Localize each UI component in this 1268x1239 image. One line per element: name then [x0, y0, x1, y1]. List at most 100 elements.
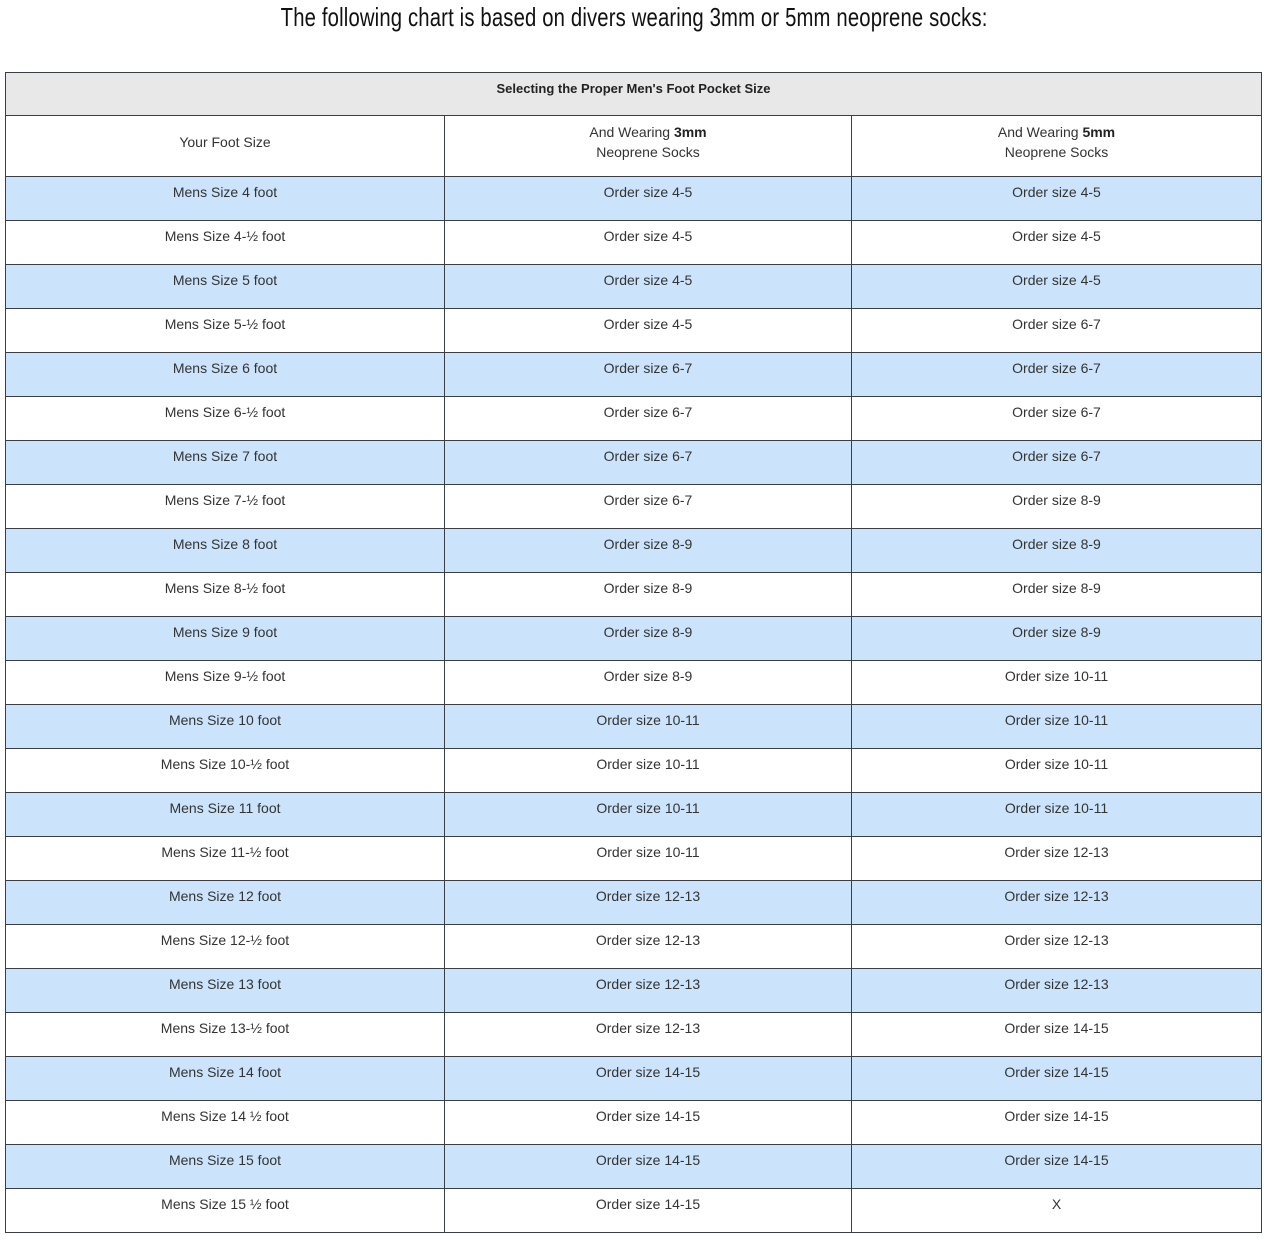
size-3mm-cell: Order size 12-13 — [444, 1012, 852, 1057]
size-5mm-cell: Order size 4-5 — [851, 176, 1262, 221]
size-5mm-cell: Order size 4-5 — [851, 264, 1262, 309]
foot-size-cell: Mens Size 5-½ foot — [5, 308, 445, 353]
foot-size-cell: Mens Size 10-½ foot — [5, 748, 445, 793]
foot-size-cell: Mens Size 9 foot — [5, 616, 445, 661]
foot-size-cell: Mens Size 8 foot — [5, 528, 445, 573]
table-caption: Selecting the Proper Men's Foot Pocket S… — [5, 72, 1262, 116]
size-3mm-cell: Order size 6-7 — [444, 396, 852, 441]
foot-size-cell: Mens Size 10 foot — [5, 704, 445, 749]
table-body: Mens Size 4 foot Order size 4-5 Order size… — [5, 176, 1262, 1233]
foot-size-cell: Mens Size 5 foot — [5, 264, 445, 309]
size-3mm-cell: Order size 14-15 — [444, 1100, 852, 1145]
table-row: Mens Size 15 ½ foot Order size 14-15 X — [5, 1188, 1262, 1233]
foot-size-cell: Mens Size 6-½ foot — [5, 396, 445, 441]
size-5mm-cell: Order size 14-15 — [851, 1012, 1262, 1057]
table-row: Mens Size 14 ½ foot Order size 14-15 Order… — [5, 1100, 1262, 1145]
foot-size-cell: Mens Size 11 foot — [5, 792, 445, 837]
table-row: Mens Size 14 foot Order size 14-15 Order s… — [5, 1056, 1262, 1101]
size-3mm-cell: Order size 4-5 — [444, 264, 852, 309]
table-row: Mens Size 10 foot Order size 10-11 Order s… — [5, 704, 1262, 749]
size-5mm-cell: Order size 12-13 — [851, 924, 1262, 969]
size-3mm-cell: Order size 12-13 — [444, 968, 852, 1013]
table-row: Mens Size 11-½ foot Order size 10-11 Order… — [5, 836, 1262, 881]
foot-size-cell: Mens Size 11-½ foot — [5, 836, 445, 881]
size-3mm-cell: Order size 10-11 — [444, 748, 852, 793]
size-5mm-cell: Order size 8-9 — [851, 572, 1262, 617]
header-foot-size: Your Foot Size — [5, 115, 445, 177]
size-3mm-cell: Order size 8-9 — [444, 660, 852, 705]
foot-size-cell: Mens Size 6 foot — [5, 352, 445, 397]
size-3mm-cell: Order size 4-5 — [444, 220, 852, 265]
size-5mm-cell: Order size 12-13 — [851, 880, 1262, 925]
table-row: Mens Size 8 foot Order size 8-9 Order size… — [5, 528, 1262, 573]
size-3mm-cell: Order size 10-11 — [444, 704, 852, 749]
table-row: Mens Size 9 foot Order size 8-9 Order size… — [5, 616, 1262, 661]
foot-size-cell: Mens Size 14 ½ foot — [5, 1100, 445, 1145]
table-row: Mens Size 12-½ foot Order size 12-13 Order… — [5, 924, 1262, 969]
table-row: Mens Size 9-½ foot Order size 8-9 Order si… — [5, 660, 1262, 705]
size-5mm-cell: Order size 8-9 — [851, 616, 1262, 661]
table-row: Mens Size 7-½ foot Order size 6-7 Order si… — [5, 484, 1262, 529]
size-5mm-cell: Order size 10-11 — [851, 704, 1262, 749]
table-row: Mens Size 6-½ foot Order size 6-7 Order si… — [5, 396, 1262, 441]
foot-size-cell: Mens Size 7-½ foot — [5, 484, 445, 529]
header-3mm: And Wearing 3mm Neoprene Socks — [444, 115, 852, 177]
size-5mm-cell: Order size 10-11 — [851, 748, 1262, 793]
header-5mm: And Wearing 5mm Neoprene Socks — [851, 115, 1262, 177]
table-row: Mens Size 4-½ foot Order size 4-5 Order si… — [5, 220, 1262, 265]
foot-size-cell: Mens Size 4-½ foot — [5, 220, 445, 265]
size-3mm-cell: Order size 4-5 — [444, 308, 852, 353]
foot-size-cell: Mens Size 13-½ foot — [5, 1012, 445, 1057]
size-chart-table: Selecting the Proper Men's Foot Pocket S… — [5, 72, 1262, 1233]
size-3mm-cell: Order size 8-9 — [444, 572, 852, 617]
size-3mm-cell: Order size 6-7 — [444, 440, 852, 485]
size-5mm-cell: Order size 8-9 — [851, 484, 1262, 529]
size-5mm-cell: Order size 10-11 — [851, 792, 1262, 837]
table-row: Mens Size 7 foot Order size 6-7 Order size… — [5, 440, 1262, 485]
size-3mm-cell: Order size 4-5 — [444, 176, 852, 221]
column-header-row: Your Foot Size And Wearing 3mm Neoprene S… — [5, 115, 1262, 177]
size-3mm-cell: Order size 12-13 — [444, 924, 852, 969]
size-5mm-cell: Order size 4-5 — [851, 220, 1262, 265]
size-3mm-cell: Order size 8-9 — [444, 528, 852, 573]
foot-size-cell: Mens Size 12 foot — [5, 880, 445, 925]
table-row: Mens Size 13-½ foot Order size 12-13 Order… — [5, 1012, 1262, 1057]
size-3mm-cell: Order size 8-9 — [444, 616, 852, 661]
table-row: Mens Size 11 foot Order size 10-11 Order s… — [5, 792, 1262, 837]
size-5mm-cell: Order size 14-15 — [851, 1100, 1262, 1145]
foot-size-cell: Mens Size 9-½ foot — [5, 660, 445, 705]
size-5mm-cell: Order size 8-9 — [851, 528, 1262, 573]
size-3mm-cell: Order size 12-13 — [444, 880, 852, 925]
size-5mm-cell: Order size 6-7 — [851, 352, 1262, 397]
table-row: Mens Size 15 foot Order size 14-15 Order s… — [5, 1144, 1262, 1189]
size-3mm-cell: Order size 10-11 — [444, 792, 852, 837]
table-row: Mens Size 6 foot Order size 6-7 Order size… — [5, 352, 1262, 397]
size-5mm-cell: Order size 12-13 — [851, 968, 1262, 1013]
foot-size-cell: Mens Size 12-½ foot — [5, 924, 445, 969]
size-5mm-cell: Order size 10-11 — [851, 660, 1262, 705]
size-5mm-cell: Order size 12-13 — [851, 836, 1262, 881]
size-5mm-cell: Order size 14-15 — [851, 1056, 1262, 1101]
foot-size-cell: Mens Size 13 foot — [5, 968, 445, 1013]
foot-size-cell: Mens Size 15 ½ foot — [5, 1188, 445, 1233]
size-5mm-cell: X — [851, 1188, 1262, 1233]
page-heading: The following chart is based on divers w… — [280, 2, 988, 32]
foot-size-cell: Mens Size 8-½ foot — [5, 572, 445, 617]
size-5mm-cell: Order size 6-7 — [851, 440, 1262, 485]
foot-size-cell: Mens Size 14 foot — [5, 1056, 445, 1101]
table-row: Mens Size 12 foot Order size 12-13 Order s… — [5, 880, 1262, 925]
size-3mm-cell: Order size 10-11 — [444, 836, 852, 881]
foot-size-cell: Mens Size 4 foot — [5, 176, 445, 221]
foot-size-cell: Mens Size 7 foot — [5, 440, 445, 485]
table-caption-row: Selecting the Proper Men's Foot Pocket S… — [5, 72, 1262, 116]
size-3mm-cell: Order size 14-15 — [444, 1188, 852, 1233]
table-row: Mens Size 5-½ foot Order size 4-5 Order si… — [5, 308, 1262, 353]
size-5mm-cell: Order size 14-15 — [851, 1144, 1262, 1189]
size-3mm-cell: Order size 6-7 — [444, 484, 852, 529]
foot-size-cell: Mens Size 15 foot — [5, 1144, 445, 1189]
size-3mm-cell: Order size 6-7 — [444, 352, 852, 397]
table-row: Mens Size 8-½ foot Order size 8-9 Order si… — [5, 572, 1262, 617]
size-5mm-cell: Order size 6-7 — [851, 396, 1262, 441]
table-row: Mens Size 13 foot Order size 12-13 Order s… — [5, 968, 1262, 1013]
size-3mm-cell: Order size 14-15 — [444, 1056, 852, 1101]
